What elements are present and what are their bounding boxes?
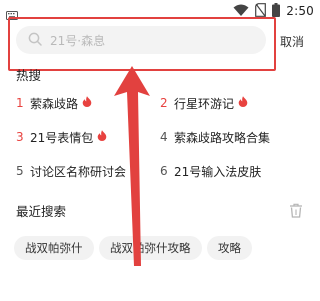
- hot-rank: 4: [160, 130, 168, 144]
- trash-icon[interactable]: [289, 203, 303, 222]
- hot-item-4[interactable]: 4 萦森歧路攻略合集: [160, 128, 270, 146]
- cancel-button[interactable]: 取消: [280, 33, 304, 50]
- hot-label: 萦森歧路: [30, 96, 79, 111]
- search-screen: 2:50 21号·森息 取消 热搜 1 萦森歧路 2 行星环游记 3 21号表情…: [0, 0, 320, 301]
- hot-item-6[interactable]: 6 21号输入法皮肤: [160, 162, 261, 180]
- fire-icon: [238, 96, 248, 110]
- recent-chip[interactable]: 攻略: [207, 236, 252, 260]
- hot-rank: 1: [16, 96, 24, 110]
- hot-section-title: 热搜: [16, 68, 42, 83]
- hot-rank: 6: [160, 164, 168, 178]
- hot-rank: 3: [16, 130, 24, 144]
- hot-label: 21号表情包: [30, 130, 94, 145]
- hot-rank: 2: [160, 96, 168, 110]
- hot-label: 萦森歧路攻略合集: [174, 130, 271, 145]
- hot-label: 行星环游记: [174, 96, 235, 111]
- recent-section-title: 最近搜索: [16, 204, 67, 219]
- hot-item-1[interactable]: 1 萦森歧路: [16, 94, 92, 112]
- hot-item-3[interactable]: 3 21号表情包: [16, 128, 107, 146]
- recent-chip[interactable]: 战双帕弥什: [14, 236, 94, 260]
- hot-rank: 5: [16, 164, 24, 178]
- fire-icon: [97, 130, 107, 144]
- highlight-frame: [8, 17, 276, 71]
- annotation-arrow: [114, 66, 150, 266]
- hot-item-2[interactable]: 2 行星环游记: [160, 94, 248, 112]
- fire-icon: [82, 96, 92, 110]
- hot-label: 21号输入法皮肤: [174, 164, 262, 179]
- status-time: 2:50: [286, 4, 314, 18]
